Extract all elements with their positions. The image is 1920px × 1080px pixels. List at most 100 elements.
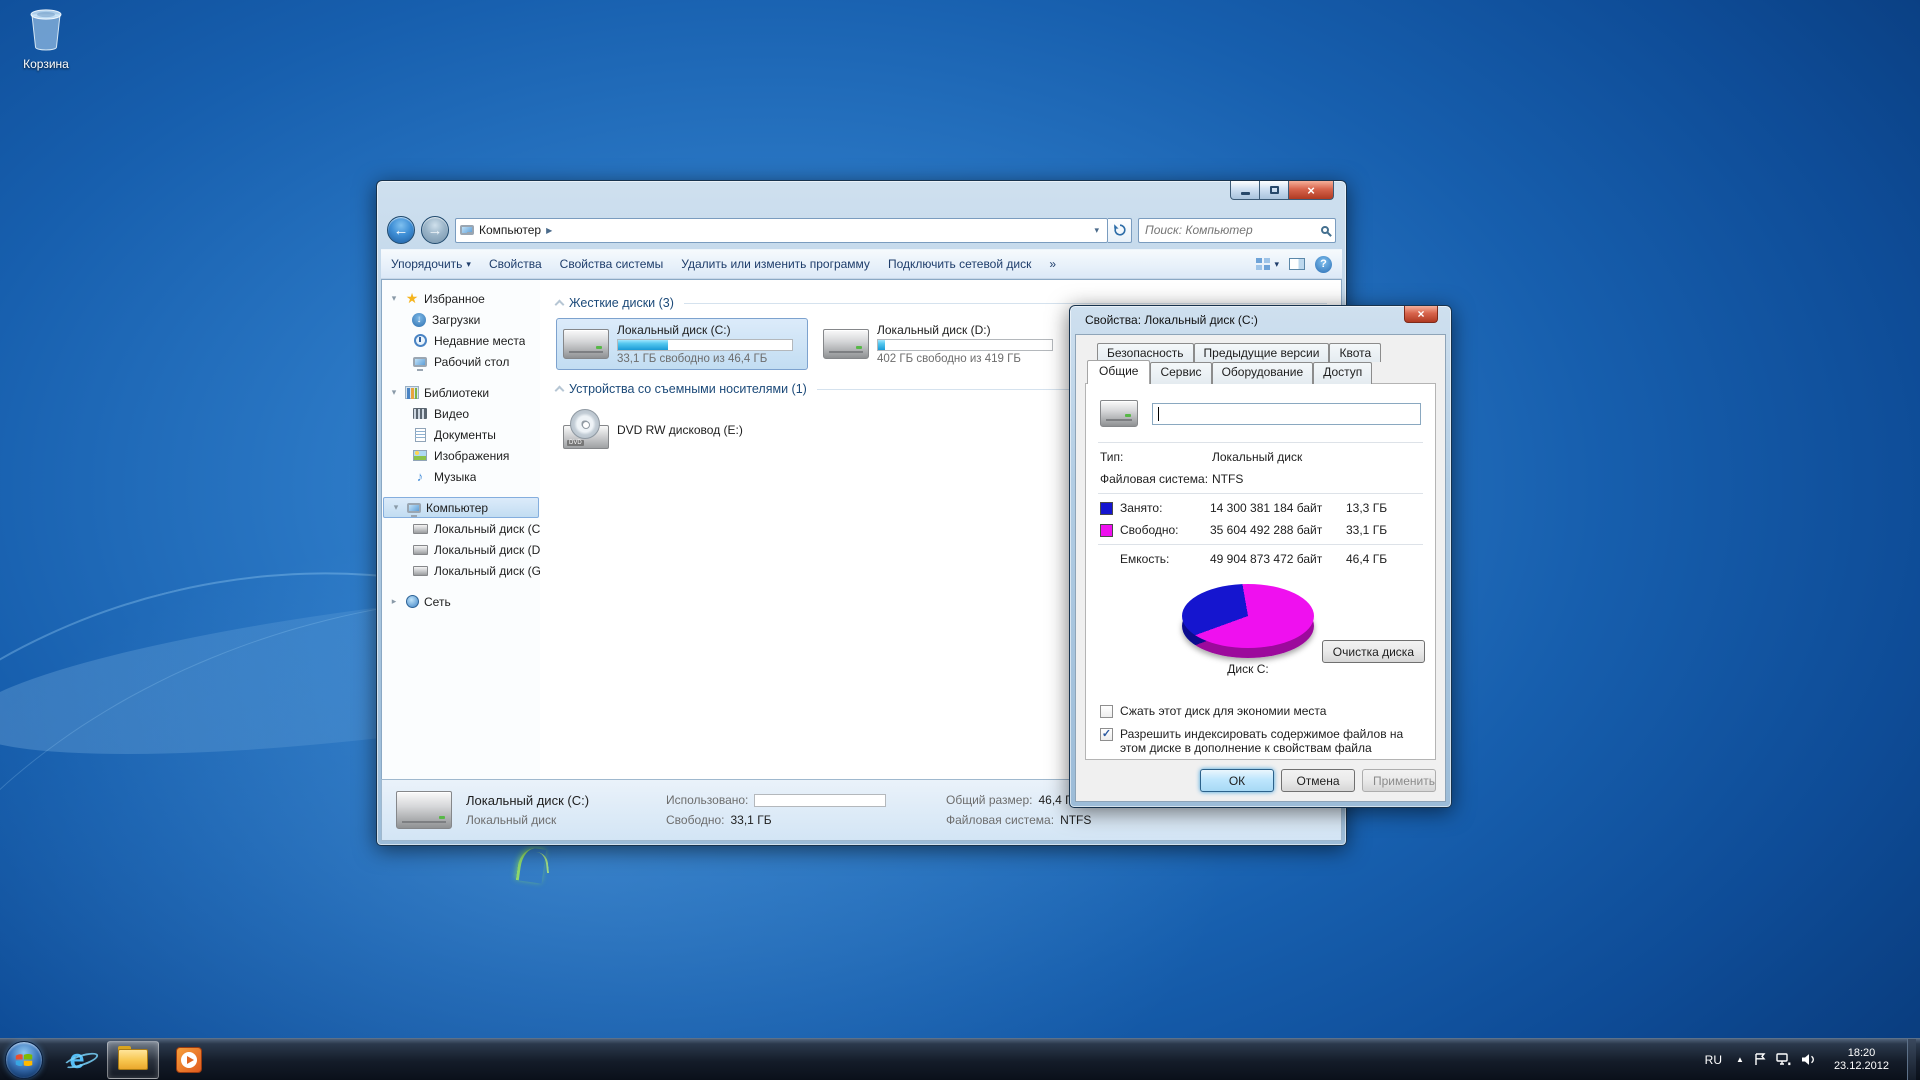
details-free-value: 33,1 ГБ — [731, 813, 772, 827]
index-checkbox-label: Разрешить индексировать содержимое файло… — [1120, 727, 1421, 755]
sidebar-item-pictures[interactable]: Изображения — [382, 445, 540, 466]
apply-button[interactable]: Применить — [1362, 769, 1436, 792]
free-gb: 33,1 ГБ — [1346, 523, 1421, 537]
volume-label-input[interactable] — [1152, 403, 1421, 425]
tab-general-label: Общие — [1099, 364, 1138, 378]
drive-tile-c[interactable]: Локальный диск (C:) 33,1 ГБ свободно из … — [556, 318, 808, 370]
expander-icon[interactable]: ▾ — [388, 387, 400, 398]
used-bytes: 14 300 381 184 байт — [1210, 501, 1346, 515]
search-box[interactable] — [1138, 218, 1336, 243]
drive-tile-d[interactable]: Локальный диск (D:) 402 ГБ свободно из 4… — [816, 318, 1068, 370]
refresh-button[interactable] — [1108, 218, 1132, 243]
explorer-titlebar[interactable]: × — [381, 181, 1342, 211]
show-desktop-button[interactable] — [1907, 1039, 1916, 1080]
sidebar-section-network[interactable]: ▸ Сеть — [382, 591, 540, 612]
text-caret — [1158, 407, 1159, 421]
sidebar-item-downloads[interactable]: ↓ Загрузки — [382, 309, 540, 330]
toolbar-system-properties[interactable]: Свойства системы — [560, 257, 664, 271]
expander-icon[interactable]: ▸ — [388, 596, 400, 607]
dialog-titlebar[interactable]: Свойства: Локальный диск (C:) × — [1075, 306, 1446, 334]
tab-previous-versions[interactable]: Предыдущие версии — [1194, 343, 1330, 362]
music-icon: ♪ — [412, 469, 428, 485]
toolbar-properties[interactable]: Свойства — [489, 257, 542, 271]
taskbar-media-player-button[interactable] — [163, 1041, 215, 1079]
computer-icon — [407, 503, 421, 513]
forward-button[interactable]: → — [421, 216, 449, 244]
taskbar-explorer-button[interactable] — [107, 1041, 159, 1079]
language-indicator[interactable]: RU — [1701, 1051, 1726, 1069]
ok-button[interactable]: ОК — [1200, 769, 1274, 792]
sidebar-item-local-disk-g[interactable]: Локальный диск (G — [382, 560, 540, 581]
dialog-close-button[interactable]: × — [1404, 306, 1438, 323]
index-checkbox[interactable]: ✓ — [1100, 728, 1113, 741]
compress-checkbox[interactable] — [1100, 705, 1113, 718]
network-icon — [406, 595, 419, 608]
collapse-chevron-icon[interactable] — [555, 386, 565, 396]
drive-d-name: Локальный диск (D:) — [877, 323, 1061, 337]
breadcrumb-arrow-icon[interactable]: ▶ — [546, 226, 552, 235]
videos-icon — [413, 408, 427, 419]
sidebar-item-videos[interactable]: Видео — [382, 403, 540, 424]
sidebar-section-favorites[interactable]: ▾ ★ Избранное — [382, 288, 540, 309]
sidebar-item-desktop[interactable]: Рабочий стол — [382, 351, 540, 372]
sidebar-item-local-disk-c[interactable]: Локальный диск (C: — [382, 518, 540, 539]
tab-quota[interactable]: Квота — [1329, 343, 1381, 362]
address-bar[interactable]: Компьютер ▶ ▾ — [455, 218, 1108, 243]
tab-tools[interactable]: Сервис — [1150, 362, 1211, 384]
hard-drive-icon — [1100, 400, 1138, 427]
cancel-button[interactable]: Отмена — [1281, 769, 1355, 792]
search-input[interactable] — [1145, 223, 1321, 237]
expander-icon[interactable]: ▾ — [388, 293, 400, 304]
desktop-icon — [413, 357, 427, 367]
sidebar-section-computer[interactable]: ▾ Компьютер — [383, 497, 539, 518]
taskbar-clock[interactable]: 18:20 23.12.2012 — [1826, 1047, 1897, 1073]
toolbar-overflow-chevron[interactable]: » — [1049, 257, 1056, 271]
capacity-fill — [878, 340, 885, 350]
tab-general[interactable]: Общие — [1087, 360, 1150, 384]
sidebar-music-label: Музыка — [434, 470, 476, 484]
start-button[interactable] — [5, 1041, 43, 1079]
dropdown-arrow-icon: ▾ — [466, 259, 471, 270]
tab-security-label: Безопасность — [1107, 346, 1184, 360]
tab-hardware[interactable]: Оборудование — [1212, 362, 1314, 384]
properties-dialog: Свойства: Локальный диск (C:) × Безопасн… — [1069, 305, 1452, 808]
toolbar-uninstall-program[interactable]: Удалить или изменить программу — [681, 257, 870, 271]
breadcrumb[interactable]: Компьютер — [479, 223, 541, 237]
toolbar-map-network-drive[interactable]: Подключить сетевой диск — [888, 257, 1031, 271]
group-hard-disks-title: Жесткие диски (3) — [569, 296, 674, 310]
sidebar-item-documents[interactable]: Документы — [382, 424, 540, 445]
type-label: Тип: — [1100, 450, 1212, 464]
close-button[interactable]: × — [1288, 181, 1334, 200]
pie-caption: Диск C: — [1182, 662, 1314, 676]
action-center-icon[interactable] — [1754, 1053, 1766, 1066]
recycle-bin-desktop-icon[interactable]: Корзина — [6, 6, 86, 71]
minimize-button[interactable] — [1230, 181, 1260, 200]
network-tray-icon[interactable] — [1776, 1053, 1791, 1066]
taskbar-ie-button[interactable]: e — [51, 1041, 103, 1079]
taskbar: e RU ▲ 18:20 23.12.2012 — [0, 1038, 1920, 1080]
hard-drive-icon — [563, 329, 609, 359]
tab-sharing[interactable]: Доступ — [1313, 362, 1372, 384]
sidebar-item-recent-places[interactable]: Недавние места — [382, 330, 540, 351]
change-view-button[interactable]: ▾ — [1256, 258, 1279, 270]
back-arrow-icon: ← — [394, 222, 409, 239]
disk-cleanup-button[interactable]: Очистка диска — [1322, 640, 1425, 663]
expander-icon[interactable]: ▾ — [390, 502, 402, 513]
toolbar-organize[interactable]: Упорядочить ▾ — [391, 257, 471, 271]
hard-drive-icon — [413, 524, 428, 534]
index-checkbox-row[interactable]: ✓ Разрешить индексировать содержимое фай… — [1100, 727, 1421, 755]
maximize-button[interactable] — [1260, 181, 1288, 200]
sidebar-item-music[interactable]: ♪ Музыка — [382, 466, 540, 487]
dvd-drive-tile[interactable]: DVD DVD RW дисковод (E:) — [556, 404, 808, 456]
address-dropdown-icon[interactable]: ▾ — [1090, 225, 1103, 236]
help-button[interactable]: ? — [1315, 256, 1332, 273]
preview-pane-button[interactable] — [1289, 258, 1305, 270]
collapse-chevron-icon[interactable] — [555, 300, 565, 310]
compress-checkbox-row[interactable]: Сжать этот диск для экономии места — [1100, 704, 1421, 718]
tab-hardware-label: Оборудование — [1222, 365, 1304, 379]
back-button[interactable]: ← — [387, 216, 415, 244]
sidebar-section-libraries[interactable]: ▾ Библиотеки — [382, 382, 540, 403]
hidden-icons-arrow[interactable]: ▲ — [1736, 1055, 1744, 1064]
volume-tray-icon[interactable] — [1801, 1053, 1816, 1066]
sidebar-item-local-disk-d[interactable]: Локальный диск (D — [382, 539, 540, 560]
